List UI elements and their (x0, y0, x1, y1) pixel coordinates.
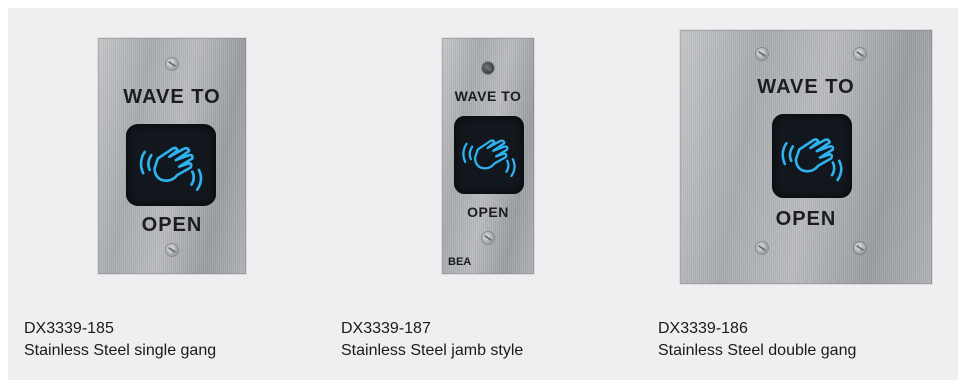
product-description: Stainless Steel single gang (24, 342, 217, 359)
brand-logo: BEA (448, 256, 472, 268)
screw-icon (854, 242, 866, 254)
plate-text-open: OPEN (775, 208, 837, 230)
product-caption: DX3339-186 Stainless Steel double gang (658, 318, 856, 362)
product-panel: WAVE TO OPEN DX3339-185 Stainless Steel … (8, 8, 958, 380)
plate-text-wave-to: WAVE TO (123, 86, 221, 108)
hand-wave-icon (462, 139, 516, 178)
product-caption: DX3339-185 Stainless Steel single gang (24, 318, 216, 362)
screw-icon (756, 242, 768, 254)
model-number: DX3339-185 (24, 320, 114, 337)
model-number: DX3339-186 (658, 320, 748, 337)
hand-wave-icon (781, 138, 843, 182)
plate-text-open: OPEN (467, 204, 509, 220)
plate-text-open: OPEN (141, 214, 203, 236)
screw-icon (166, 244, 178, 256)
plate-text-wave-to: WAVE TO (757, 76, 855, 98)
model-number: DX3339-187 (341, 320, 431, 337)
wave-sensor (772, 114, 852, 198)
wave-sensor (454, 116, 524, 194)
single-gang-plate-image: WAVE TO OPEN (98, 38, 246, 274)
screw-icon (854, 48, 866, 60)
screw-icon (482, 232, 494, 244)
product-caption: DX3339-187 Stainless Steel jamb style (341, 318, 523, 362)
plate-text-wave-to: WAVE TO (454, 88, 522, 104)
hand-wave-icon (139, 146, 203, 191)
jamb-style-plate-image: WAVE TO OPEN BEA (442, 38, 534, 274)
screw-icon (166, 58, 178, 70)
screw-icon (756, 48, 768, 60)
product-description: Stainless Steel jamb style (341, 342, 524, 359)
product-description: Stainless Steel double gang (658, 342, 857, 359)
double-gang-plate-image: WAVE TO OPEN (680, 30, 932, 284)
wave-sensor (126, 124, 216, 206)
screw-icon (482, 62, 494, 74)
